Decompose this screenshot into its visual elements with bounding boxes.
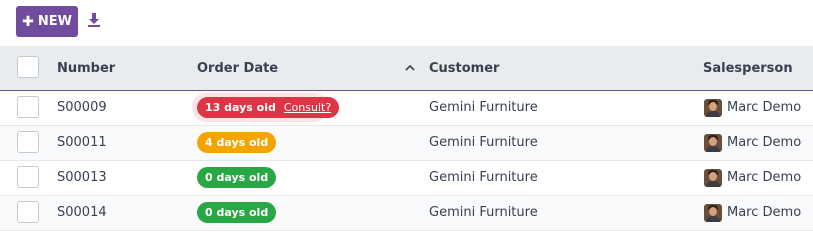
consult-link[interactable]: Consult? (284, 101, 331, 114)
salesperson-name: Marc Demo (727, 100, 802, 115)
row-checkbox[interactable] (17, 96, 39, 118)
avatar (704, 169, 722, 187)
order-number: S00014 (57, 205, 107, 220)
new-button[interactable]: ✚ NEW (16, 6, 78, 37)
column-header-number[interactable]: Number (57, 61, 115, 76)
download-icon[interactable] (86, 12, 102, 28)
table-row[interactable]: S00009 13 days old Consult? Gemini Furni… (0, 91, 813, 126)
row-checkbox[interactable] (17, 166, 39, 188)
order-age-text: 13 days old (205, 101, 276, 114)
salesperson-name: Marc Demo (727, 205, 802, 220)
order-age-text: 4 days old (205, 136, 269, 149)
column-header-customer[interactable]: Customer (429, 61, 499, 76)
avatar (704, 134, 722, 152)
order-age-badge: 0 days old (197, 202, 277, 223)
order-number: S00013 (57, 170, 107, 185)
customer-name: Gemini Furniture (429, 170, 538, 185)
plus-icon: ✚ (22, 13, 34, 30)
order-number: S00011 (57, 135, 107, 150)
toolbar: ✚ NEW (0, 0, 813, 52)
order-number: S00009 (57, 100, 107, 115)
customer-name: Gemini Furniture (429, 100, 538, 115)
order-age-badge: 4 days old (197, 132, 277, 153)
table-row[interactable]: S00014 0 days old Gemini Furniture Marc … (0, 196, 813, 231)
select-all-checkbox[interactable] (17, 56, 39, 78)
avatar (704, 99, 722, 117)
customer-name: Gemini Furniture (429, 205, 538, 220)
table-header: Number Order Date Customer Salesperson (0, 46, 813, 91)
salesperson-name: Marc Demo (727, 170, 802, 185)
table-row[interactable]: S00013 0 days old Gemini Furniture Marc … (0, 161, 813, 196)
chevron-up-icon[interactable] (404, 62, 416, 74)
order-age-badge: 0 days old (197, 167, 277, 188)
customer-name: Gemini Furniture (429, 135, 538, 150)
order-age-badge: 13 days old Consult? (197, 97, 340, 118)
avatar (704, 204, 722, 222)
order-age-text: 0 days old (205, 171, 269, 184)
order-age-text: 0 days old (205, 206, 269, 219)
table-row[interactable]: S00011 4 days old Gemini Furniture Marc … (0, 126, 813, 161)
row-checkbox[interactable] (17, 201, 39, 223)
orders-table: Number Order Date Customer Salesperson S… (0, 46, 813, 231)
table-body: S00009 13 days old Consult? Gemini Furni… (0, 91, 813, 231)
row-checkbox[interactable] (17, 131, 39, 153)
column-header-salesperson[interactable]: Salesperson (703, 61, 793, 76)
new-button-label: NEW (37, 14, 72, 29)
salesperson-name: Marc Demo (727, 135, 802, 150)
column-header-order-date[interactable]: Order Date (197, 61, 278, 76)
